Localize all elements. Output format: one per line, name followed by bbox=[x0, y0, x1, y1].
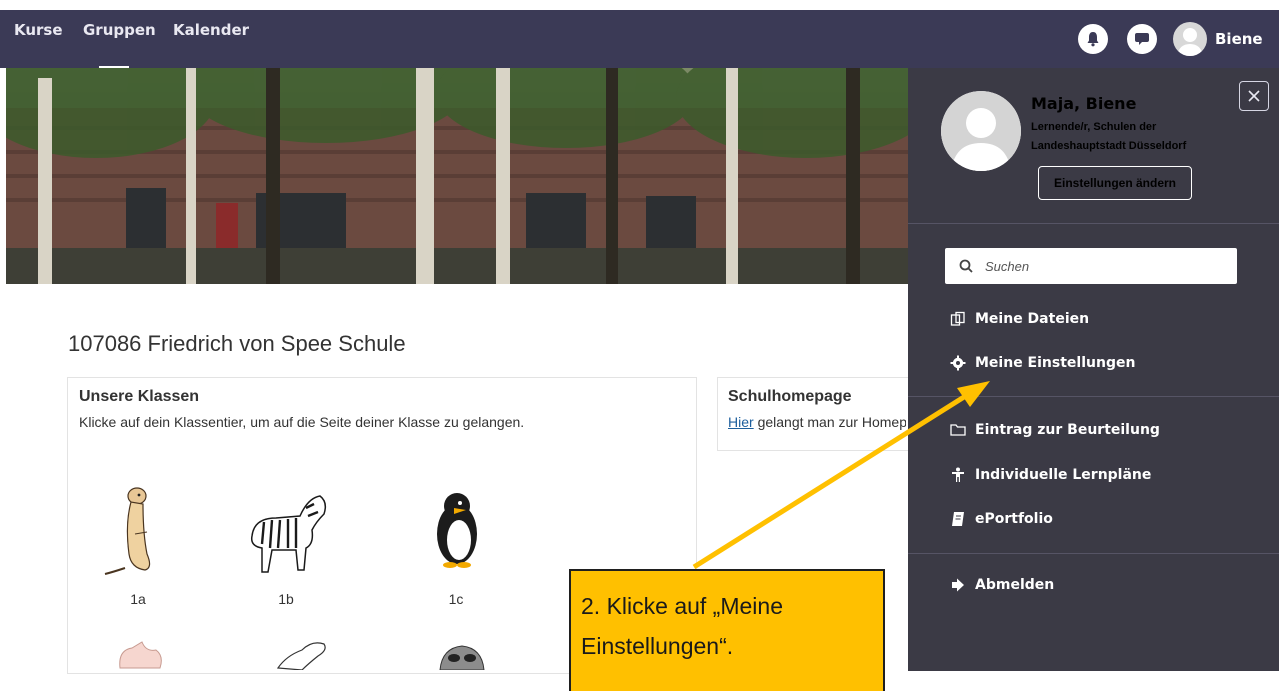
tutorial-arrow bbox=[692, 381, 990, 570]
